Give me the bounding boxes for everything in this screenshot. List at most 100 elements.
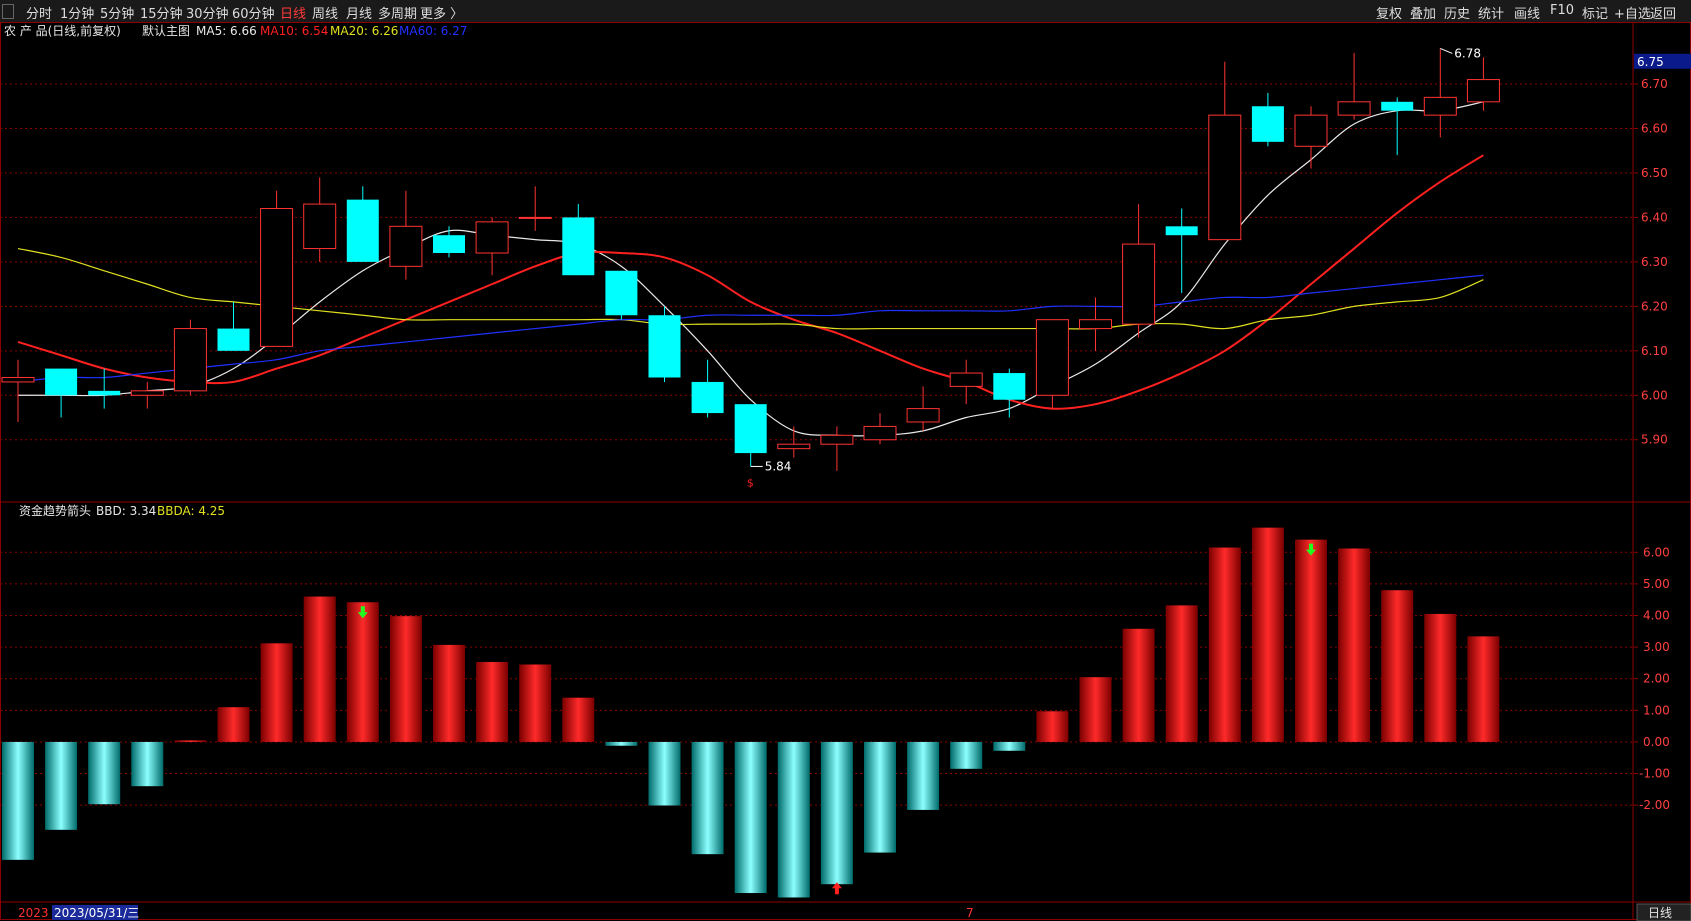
toolbar-right-button-8[interactable]: 返回 — [1650, 3, 1676, 22]
sub-tick-label: 2.00 — [1643, 672, 1670, 686]
collapse-button[interactable] — [2, 4, 14, 19]
candle-body — [433, 235, 465, 253]
bbd-bar — [1424, 613, 1457, 742]
bbd-bar — [1122, 628, 1155, 742]
candle-body — [88, 390, 121, 396]
candle-body — [1466, 79, 1500, 103]
candle-body — [1337, 101, 1371, 116]
sub-tick-label: 6.00 — [1643, 545, 1670, 559]
main-tick-label: 6.10 — [1641, 344, 1668, 358]
bbd-bar — [519, 664, 552, 742]
bbd-bar — [1208, 547, 1241, 742]
candle-body — [389, 225, 423, 267]
bbd-bar — [260, 643, 293, 742]
candle-body — [45, 368, 78, 396]
candle-body — [303, 203, 337, 250]
bbd-bar-series — [2, 527, 1500, 898]
candle-body — [1, 376, 35, 383]
main-indicator-label[interactable]: 默认主图 — [142, 23, 190, 38]
main-price-axis: 5.90 6.00 6.10 6.20 6.30 6.40 6.50 6.60 6.70 6.75 — [1633, 53, 1691, 447]
bbd-bar — [691, 741, 724, 855]
sub-tick-label: 1.00 — [1643, 703, 1670, 717]
ma5-line — [18, 101, 1484, 437]
bbd-bar — [88, 741, 121, 805]
candle-body — [777, 443, 811, 450]
bbd-bar — [562, 697, 595, 742]
bbd-bar — [1079, 677, 1112, 742]
period-tab-1[interactable]: 1分钟 — [60, 3, 94, 22]
main-tick-label: 6.20 — [1641, 299, 1668, 313]
period-tab-5[interactable]: 60分钟 — [232, 3, 275, 22]
main-tick-label: 6.60 — [1641, 121, 1668, 135]
period-tab-3[interactable]: 15分钟 — [140, 3, 183, 22]
ma10-line — [17, 154, 1484, 410]
period-tab-9[interactable]: 多周期 — [378, 3, 417, 22]
high-marker-line — [1440, 47, 1453, 54]
candle-body — [820, 434, 854, 445]
ma60-legend: MA60: 6.27 — [399, 24, 467, 38]
toolbar-right-button-7[interactable]: +自选 — [1614, 3, 1651, 22]
sub-indicator-title[interactable]: 资金趋势箭头 — [19, 503, 91, 518]
toolbar-right-button-3[interactable]: 统计 — [1478, 3, 1504, 22]
bbd-bar — [1165, 605, 1198, 742]
candle-body — [734, 404, 767, 454]
moving-average-lines — [17, 101, 1484, 437]
signal-s-marker: $ — [747, 476, 754, 489]
sub-chart-header: 资金趋势箭头 BBD: 3.34 BBDA: 4.25 — [19, 503, 225, 518]
sub-tick-label: 0.00 — [1643, 735, 1670, 749]
period-tab-6[interactable]: 日线 — [280, 3, 306, 22]
sub-value-axis: -2.00 -1.00 0.00 1.00 2.00 3.00 4.00 5.00 6.00 — [1633, 545, 1670, 812]
bbd-bar — [1467, 636, 1500, 742]
bbd-bar — [734, 741, 767, 894]
ma5-legend: MA5: 6.66 — [196, 24, 257, 38]
period-button-label[interactable]: 日线 — [1648, 906, 1672, 920]
bbd-bar — [1338, 548, 1371, 742]
bbd-bar — [777, 741, 810, 898]
bbd-bar — [820, 741, 853, 885]
candle-body — [605, 270, 638, 316]
bbd-legend: BBD: 3.34 — [96, 504, 156, 518]
main-tick-label: 6.00 — [1641, 388, 1668, 402]
bbd-bar — [303, 596, 336, 742]
bbd-bar — [2, 741, 34, 860]
toolbar-right-button-2[interactable]: 历史 — [1444, 3, 1470, 22]
bbd-bar — [605, 741, 638, 746]
toolbar-right-button-1[interactable]: 叠加 — [1410, 3, 1436, 22]
toolbar-right-button-6[interactable]: 标记 — [1582, 3, 1608, 22]
ma20-line — [17, 247, 1484, 330]
bbd-bar — [1295, 539, 1327, 742]
sub-tick-label: 4.00 — [1643, 609, 1670, 623]
candle-body — [993, 373, 1026, 400]
month-marker: 7 — [966, 906, 974, 920]
candle-body — [346, 199, 379, 262]
candle-body — [1423, 96, 1457, 116]
candle-body — [906, 408, 940, 423]
candle-body — [1035, 319, 1069, 396]
candle-body — [1251, 106, 1284, 142]
bbd-bar — [1251, 527, 1284, 742]
period-tab-0[interactable]: 分时 — [26, 3, 52, 22]
main-grid — [0, 83, 1633, 441]
toolbar-right-button-0[interactable]: 复权 — [1376, 3, 1402, 22]
bbd-bar — [1036, 711, 1069, 742]
bbd-bar — [389, 616, 422, 742]
stock-title: 农 产 品(日线,前复权) — [4, 23, 121, 38]
candlestick-series: 5.84 6.78 $ — [1, 46, 1500, 489]
candle-body — [1208, 114, 1242, 241]
candle-body — [691, 381, 724, 414]
bbd-bar — [433, 644, 465, 742]
period-tab-2[interactable]: 5分钟 — [100, 3, 134, 22]
high-marker-label: 6.78 — [1454, 46, 1481, 60]
date-axis: 2023 2023/05/31/三 7 日线 — [18, 903, 1691, 921]
bbda-legend: BBDA: 4.25 — [157, 504, 225, 518]
period-tab-4[interactable]: 30分钟 — [186, 3, 229, 22]
toolbar-right-button-4[interactable]: 画线 — [1514, 3, 1540, 22]
bbd-bar — [993, 741, 1026, 751]
bbd-bar — [217, 707, 250, 742]
bbd-bar — [346, 602, 379, 742]
sub-tick-label: -1.00 — [1639, 767, 1670, 781]
period-tab-7[interactable]: 周线 — [312, 3, 338, 22]
period-tab-8[interactable]: 月线 — [346, 3, 372, 22]
period-tab-10[interactable]: 更多 〉 — [420, 3, 463, 22]
toolbar-right-button-5[interactable]: F10 — [1550, 3, 1574, 18]
